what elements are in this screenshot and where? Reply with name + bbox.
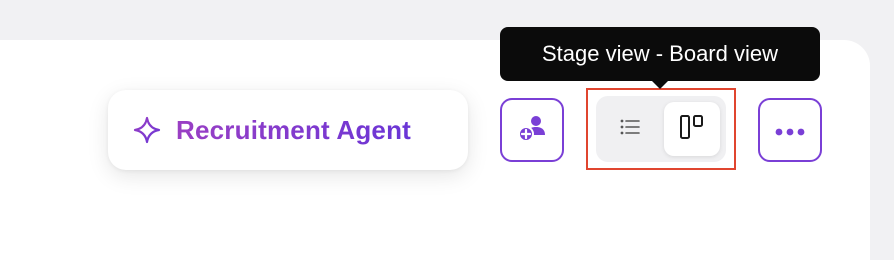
list-view-button[interactable]	[602, 102, 658, 156]
recruitment-agent-label: Recruitment Agent	[176, 114, 412, 145]
view-toggle-highlight	[586, 88, 736, 170]
add-user-button[interactable]	[500, 98, 564, 162]
board-view-button[interactable]	[664, 102, 720, 156]
view-toggle	[596, 96, 726, 162]
tooltip-arrow	[651, 80, 669, 89]
recruitment-agent-button[interactable]: Recruitment Agent	[108, 90, 468, 170]
more-options-button[interactable]	[758, 98, 822, 162]
board-icon	[679, 114, 705, 144]
sparkle-icon	[132, 115, 162, 145]
add-user-icon	[516, 112, 548, 148]
tooltip-text: Stage view - Board view	[542, 41, 778, 66]
list-icon	[619, 118, 641, 140]
tooltip: Stage view - Board view	[500, 27, 820, 81]
more-icon	[775, 121, 805, 140]
